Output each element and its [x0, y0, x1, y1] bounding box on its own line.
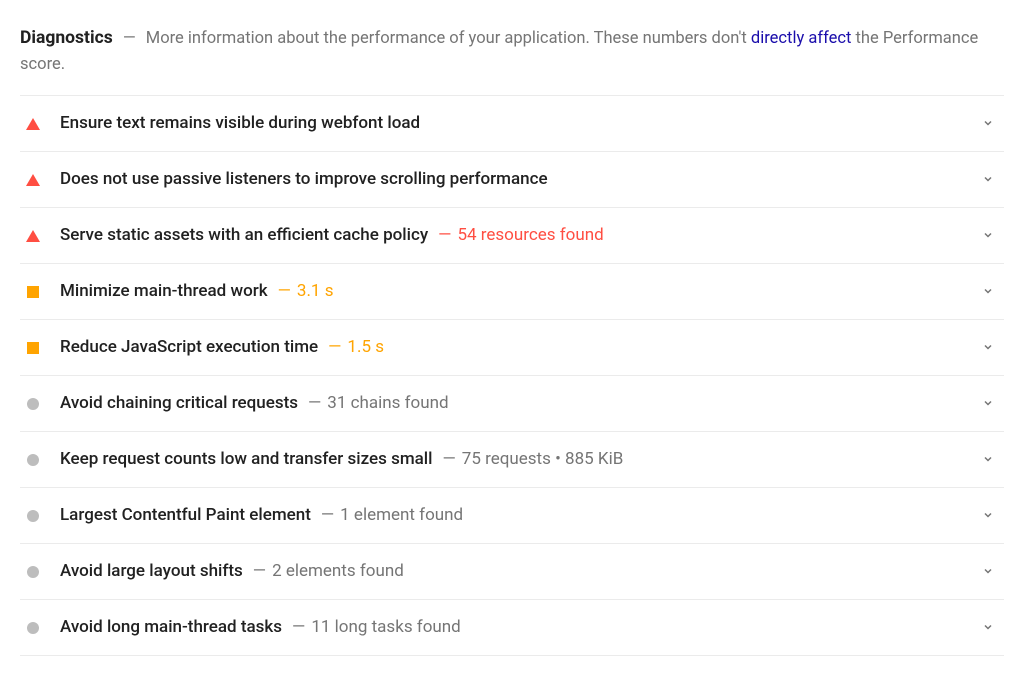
- audit-title: Serve static assets with an efficient ca…: [60, 225, 428, 245]
- chevron-down-icon: [978, 617, 998, 637]
- audit-item[interactable]: Avoid long main-thread tasks —11 long tas…: [20, 600, 1004, 656]
- square-average-icon: [27, 342, 39, 354]
- audit-title: Avoid chaining critical requests: [60, 393, 298, 413]
- audit-item[interactable]: Does not use passive listeners to improv…: [20, 152, 1004, 208]
- triangle-fail-icon: [26, 118, 40, 130]
- chevron-down-icon: [978, 449, 998, 469]
- diagnostics-title: Diagnostics: [20, 28, 113, 48]
- audit-item[interactable]: Avoid chaining critical requests —31 chai…: [20, 376, 1004, 432]
- chevron-down-icon: [978, 113, 998, 133]
- audit-item[interactable]: Keep request counts low and transfer siz…: [20, 432, 1004, 488]
- triangle-fail-icon: [26, 174, 40, 186]
- audit-item[interactable]: Reduce JavaScript execution time —1.5 s: [20, 320, 1004, 376]
- audit-detail: —54 resources found: [438, 225, 604, 245]
- audit-detail: —31 chains found: [308, 393, 449, 413]
- audit-detail: —3.1 s: [278, 281, 334, 301]
- circle-info-icon: [27, 622, 39, 634]
- audit-item[interactable]: Avoid large layout shifts —2 elements fou…: [20, 544, 1004, 600]
- audit-detail: —1.5 s: [328, 337, 384, 357]
- chevron-down-icon: [978, 561, 998, 581]
- diagnostics-header: Diagnostics — More information about the…: [20, 24, 1004, 79]
- chevron-down-icon: [978, 225, 998, 245]
- audit-list: Ensure text remains visible during webfo…: [20, 95, 1004, 656]
- audit-item[interactable]: Ensure text remains visible during webfo…: [20, 96, 1004, 152]
- audit-title: Largest Contentful Paint element: [60, 505, 311, 525]
- audit-title: Does not use passive listeners to improv…: [60, 169, 548, 189]
- chevron-down-icon: [978, 281, 998, 301]
- audit-title: Reduce JavaScript execution time: [60, 337, 318, 357]
- audit-item[interactable]: Minimize main-thread work —3.1 s: [20, 264, 1004, 320]
- circle-info-icon: [27, 454, 39, 466]
- directly-affect-link[interactable]: directly affect: [751, 29, 852, 48]
- chevron-down-icon: [978, 505, 998, 525]
- audit-detail: —75 requests • 885 KiB: [442, 449, 623, 469]
- chevron-down-icon: [978, 337, 998, 357]
- triangle-fail-icon: [26, 230, 40, 242]
- circle-info-icon: [27, 510, 39, 522]
- audit-item[interactable]: Serve static assets with an efficient ca…: [20, 208, 1004, 264]
- chevron-down-icon: [978, 393, 998, 413]
- diagnostics-description-before: More information about the performance o…: [146, 29, 751, 48]
- audit-title: Avoid long main-thread tasks: [60, 617, 282, 637]
- circle-info-icon: [27, 566, 39, 578]
- chevron-down-icon: [978, 169, 998, 189]
- audit-title: Avoid large layout shifts: [60, 561, 243, 581]
- audit-detail: —2 elements found: [253, 561, 404, 581]
- audit-title: Keep request counts low and transfer siz…: [60, 449, 432, 469]
- audit-title: Minimize main-thread work: [60, 281, 268, 301]
- square-average-icon: [27, 286, 39, 298]
- dash-separator: —: [123, 29, 140, 48]
- audit-detail: —11 long tasks found: [292, 617, 461, 637]
- circle-info-icon: [27, 398, 39, 410]
- audit-item[interactable]: Largest Contentful Paint element —1 eleme…: [20, 488, 1004, 544]
- audit-detail: —1 element found: [321, 505, 463, 525]
- audit-title: Ensure text remains visible during webfo…: [60, 113, 420, 133]
